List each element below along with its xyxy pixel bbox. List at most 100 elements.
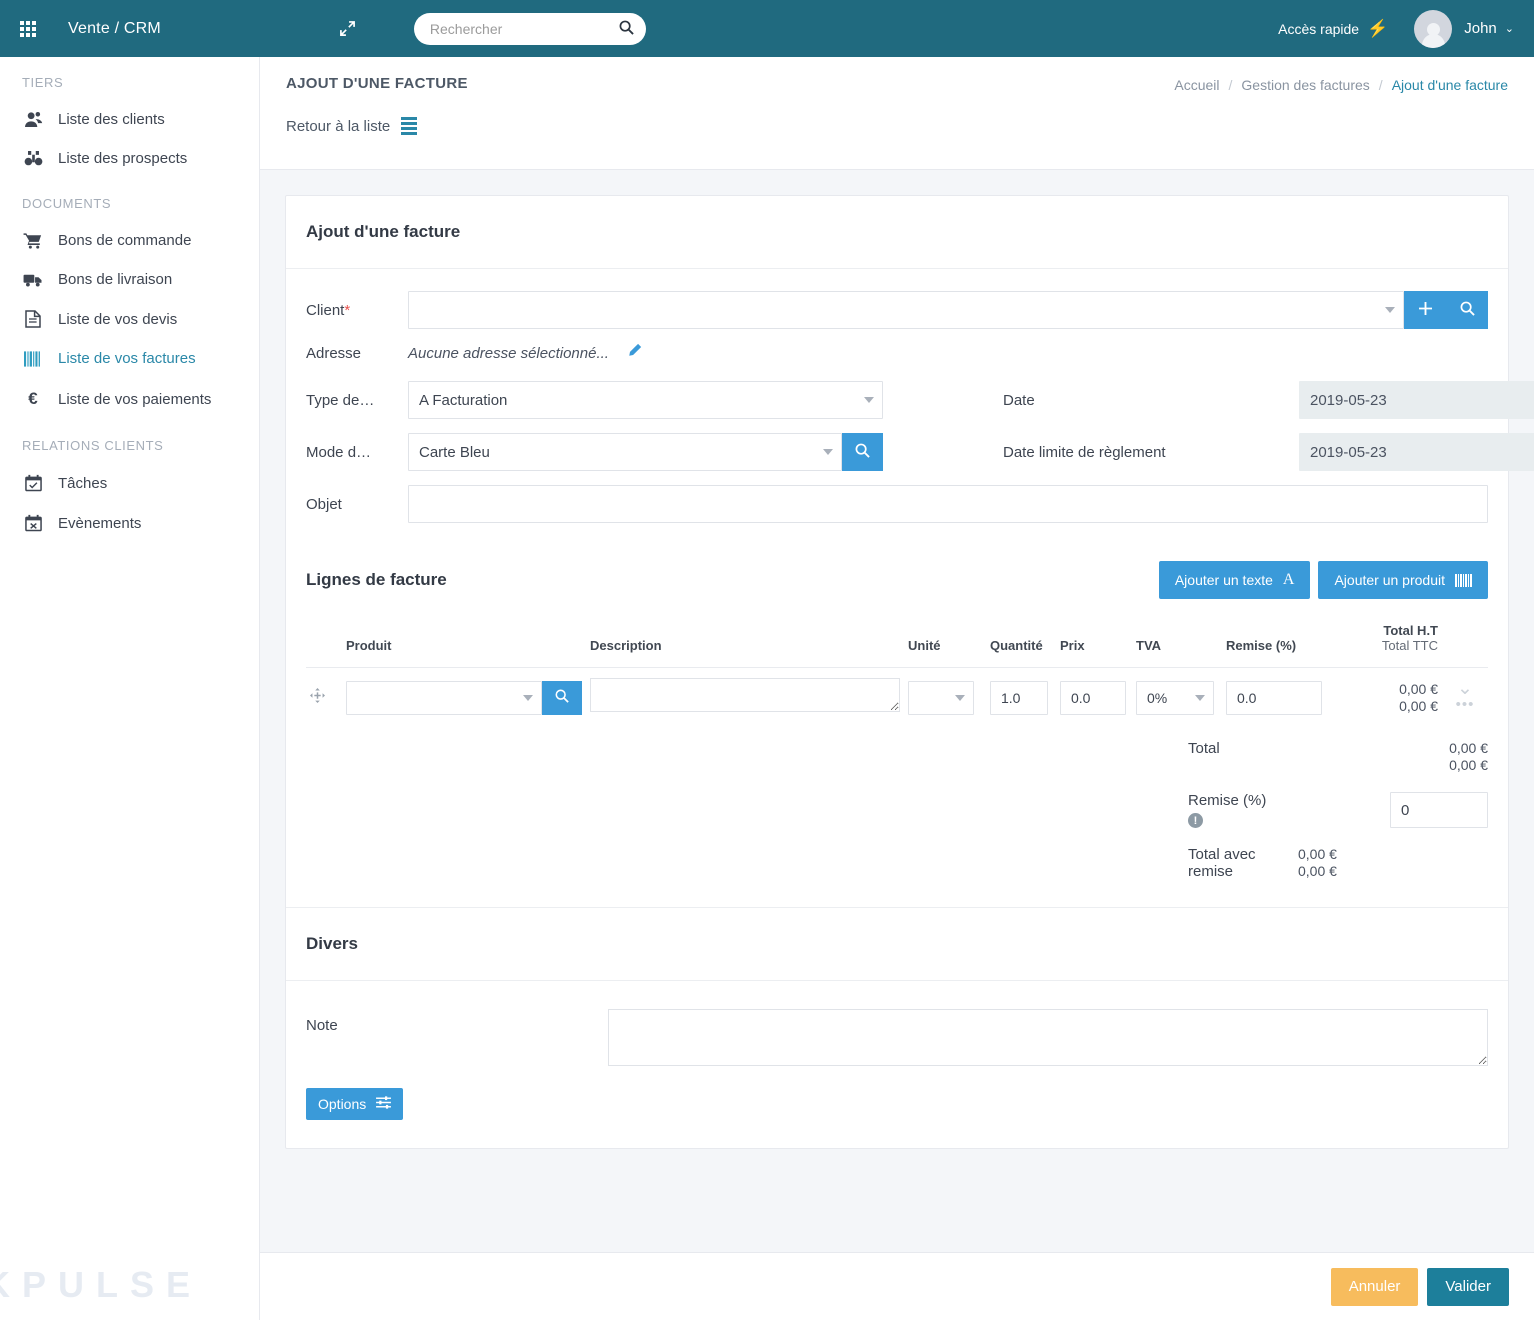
letter-a-icon: A xyxy=(1282,571,1295,588)
sidebar-item-liste-des-clients[interactable]: Liste des clients xyxy=(0,100,259,139)
sidebar-item-liste-de-vos-factures[interactable]: Liste de vos factures xyxy=(0,339,259,378)
search-icon[interactable] xyxy=(619,20,634,40)
options-button[interactable]: Options xyxy=(306,1088,404,1120)
chevron-down-icon: ⌄ xyxy=(1504,23,1514,35)
calendar-check-icon xyxy=(22,474,44,492)
remise-globale-input[interactable] xyxy=(1390,792,1488,828)
field-row-mode-datelimite: Mode d… Carte Bleu Date limite de règlem… xyxy=(306,433,1534,471)
cart-icon xyxy=(22,232,44,249)
sidebar-item-label: Bons de livraison xyxy=(58,271,173,288)
app-root: Vente / CRM Accès rapide ⚡ xyxy=(0,0,1534,1320)
cancel-button[interactable]: Annuler xyxy=(1330,1267,1419,1306)
required-asterisk: * xyxy=(344,301,351,319)
row-total-ttc: 0,00 € xyxy=(1399,697,1438,714)
remise-label-wrap: Remise (%) ! xyxy=(1188,792,1390,828)
topbar-right-group: Accès rapide ⚡ John ⌄ xyxy=(1278,9,1534,48)
sidebar-item-label: Liste des prospects xyxy=(58,150,188,167)
type-select[interactable]: A Facturation xyxy=(408,381,883,419)
remise-label: Remise (%) xyxy=(1188,792,1267,809)
product-select[interactable] xyxy=(346,680,542,715)
row-unite-cell xyxy=(904,668,986,728)
total-avec-remise-ht: 0,00 € xyxy=(1298,846,1337,862)
quantite-input[interactable] xyxy=(990,680,1048,715)
breadcrumb-current: Ajout d'une facture xyxy=(1391,77,1508,93)
client-select[interactable] xyxy=(408,291,1404,329)
main-content: AJOUT D'UNE FACTURE Accueil / Gestion de… xyxy=(260,57,1534,1320)
search-product-button[interactable] xyxy=(542,680,582,715)
validate-button[interactable]: Valider xyxy=(1427,1267,1509,1306)
sidebar-item-liste-des-prospects[interactable]: Liste des prospects xyxy=(0,139,259,178)
more-options-icon[interactable]: ••• xyxy=(1446,696,1484,713)
sidebar-item-bons-de-livraison[interactable]: Bons de livraison xyxy=(0,260,259,299)
page-title: AJOUT D'UNE FACTURE xyxy=(286,75,468,92)
adresse-value: Aucune adresse sélectionné... xyxy=(408,344,609,362)
search-mode-button[interactable] xyxy=(842,433,883,471)
col-quantite: Quantité xyxy=(986,617,1056,668)
sidebar-item-liste-de-vos-paiements[interactable]: € Liste de vos paiements xyxy=(0,378,259,420)
info-icon[interactable]: ! xyxy=(1188,813,1203,828)
row-prix-cell xyxy=(1056,668,1132,728)
breadcrumb-separator: / xyxy=(1228,77,1233,93)
add-client-button[interactable] xyxy=(1404,291,1446,329)
options-label: Options xyxy=(318,1096,367,1112)
chevron-down-icon[interactable]: ⌄ xyxy=(1446,679,1484,698)
add-text-button[interactable]: Ajouter un texte A xyxy=(1158,561,1311,599)
date-input[interactable] xyxy=(1299,381,1534,419)
breadcrumb-section[interactable]: Gestion des factures xyxy=(1241,77,1369,93)
edit-pencil-icon[interactable] xyxy=(627,343,642,363)
search-client-button[interactable] xyxy=(1446,291,1488,329)
field-row-type-date: Type de… A Facturation Date xyxy=(306,381,1534,419)
apps-grid-icon[interactable] xyxy=(0,0,56,57)
sidebar-item-label: Liste de vos devis xyxy=(58,310,178,328)
col-description: Description xyxy=(586,617,904,668)
description-textarea[interactable] xyxy=(590,678,900,712)
sidebar-item-label: Evènements xyxy=(58,514,142,532)
total-values: 0,00 € 0,00 € xyxy=(1449,740,1488,774)
unite-select[interactable] xyxy=(908,680,974,715)
quick-access-button[interactable]: Accès rapide ⚡ xyxy=(1278,20,1388,37)
remise-row: Remise (%) ! xyxy=(1188,783,1488,837)
date-limite-input[interactable] xyxy=(1299,433,1534,471)
lightning-bolt-icon: ⚡ xyxy=(1367,19,1389,38)
fullscreen-expand-icon[interactable] xyxy=(339,20,356,37)
divers-title: Divers xyxy=(286,907,1508,981)
quick-access-label: Accès rapide xyxy=(1278,20,1360,37)
tva-select[interactable]: 0% xyxy=(1136,680,1214,715)
note-textarea[interactable] xyxy=(608,1009,1488,1066)
topbar-tools xyxy=(291,12,646,45)
global-search-box[interactable] xyxy=(413,12,646,45)
sidebar: TIERS Liste des clients Liste des prospe… xyxy=(0,57,260,1320)
back-to-list-link[interactable]: Retour à la liste xyxy=(286,117,418,135)
col-remise: Remise (%) xyxy=(1222,617,1340,668)
add-product-button[interactable]: Ajouter un produit xyxy=(1318,561,1488,599)
sidebar-item-evenements[interactable]: Evènements xyxy=(0,503,259,543)
sidebar-item-liste-de-vos-devis[interactable]: Liste de vos devis xyxy=(0,299,259,339)
sidebar-item-taches[interactable]: Tâches xyxy=(0,463,259,503)
sidebar-item-bons-de-commande[interactable]: Bons de commande xyxy=(0,221,259,260)
add-text-label: Ajouter un texte xyxy=(1174,572,1273,588)
menu-hamburger-icon[interactable] xyxy=(291,25,309,33)
breadcrumb-home[interactable]: Accueil xyxy=(1174,77,1219,93)
row-total-ht: 0,00 € xyxy=(1399,680,1438,697)
mode-paiement-select[interactable]: Carte Bleu xyxy=(408,433,842,471)
total-row: Total 0,00 € 0,00 € xyxy=(1188,731,1488,783)
remise-input[interactable] xyxy=(1226,680,1322,715)
row-remise-cell xyxy=(1222,668,1340,728)
client-label: Client* xyxy=(306,302,408,319)
prix-input[interactable] xyxy=(1060,680,1126,715)
drag-handle-icon[interactable] xyxy=(310,687,325,707)
search-icon xyxy=(855,443,870,462)
form-body: Client* Adresse Aucune adresse sélection… xyxy=(286,269,1534,907)
user-menu[interactable]: John ⌄ xyxy=(1464,20,1514,37)
brand-title: Vente / CRM xyxy=(68,19,161,37)
row-produit-cell xyxy=(342,668,586,728)
sidebar-group-title-relations-clients: RELATIONS CLIENTS xyxy=(22,438,164,453)
field-row-note: Note xyxy=(306,1009,1488,1066)
search-input[interactable] xyxy=(413,12,646,45)
col-unite: Unité xyxy=(904,617,986,668)
calendar-x-icon xyxy=(22,514,44,532)
top-navigation-bar: Vente / CRM Accès rapide ⚡ xyxy=(0,0,1534,57)
binoculars-icon xyxy=(22,150,44,167)
avatar[interactable] xyxy=(1414,9,1453,48)
objet-input[interactable] xyxy=(408,485,1488,523)
